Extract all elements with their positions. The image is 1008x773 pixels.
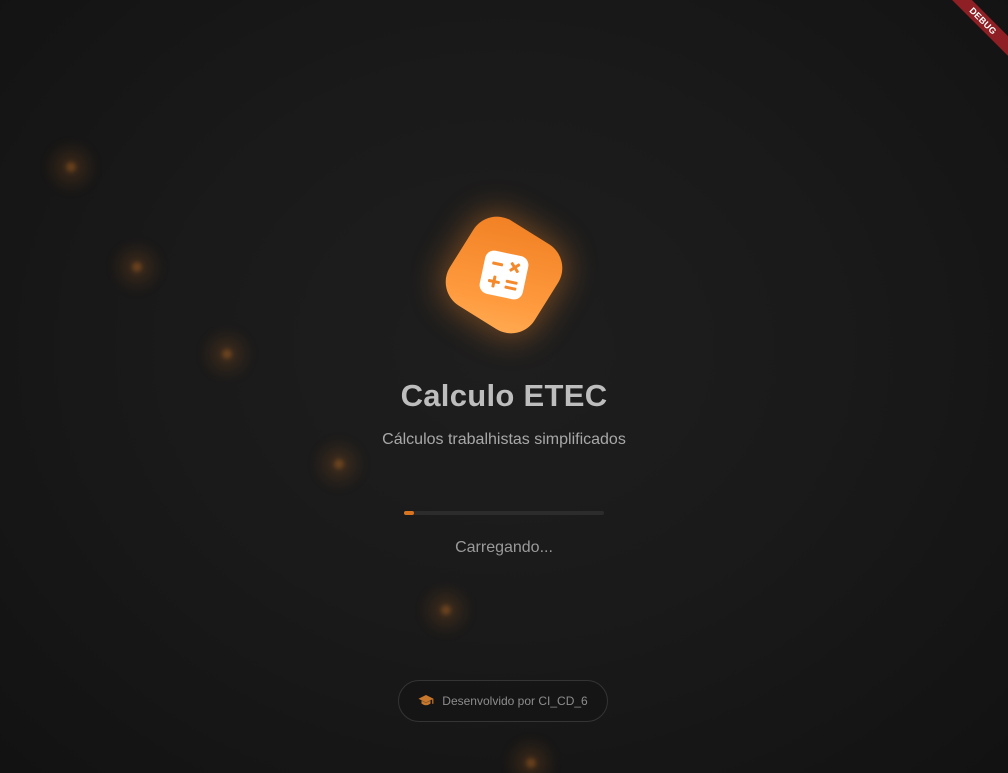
glow-particle bbox=[526, 758, 536, 768]
glow-particle bbox=[441, 605, 451, 615]
loading-text: Carregando... bbox=[455, 539, 553, 556]
debug-banner: DEBUG bbox=[918, 0, 1008, 90]
loading-progress-bar bbox=[404, 511, 604, 515]
glow-particle bbox=[334, 459, 344, 469]
glow-particle bbox=[66, 162, 76, 172]
glow-particle bbox=[222, 349, 232, 359]
calculator-icon bbox=[479, 250, 529, 300]
app-logo bbox=[433, 204, 575, 346]
developer-badge: Desenvolvido por CI_CD_6 bbox=[398, 680, 608, 722]
glow-particle bbox=[132, 262, 142, 272]
developer-credit: Desenvolvido por CI_CD_6 bbox=[442, 694, 588, 708]
graduation-cap-icon bbox=[418, 695, 434, 706]
app-title: Calculo ETEC bbox=[400, 378, 608, 413]
debug-label: DEBUG bbox=[939, 0, 1008, 65]
app-subtitle: Cálculos trabalhistas simplificados bbox=[382, 431, 626, 448]
splash-screen: DEBUG Calculo ETEC Cálculos trabalhistas… bbox=[0, 0, 1008, 773]
loading-progress-fill bbox=[404, 511, 414, 515]
